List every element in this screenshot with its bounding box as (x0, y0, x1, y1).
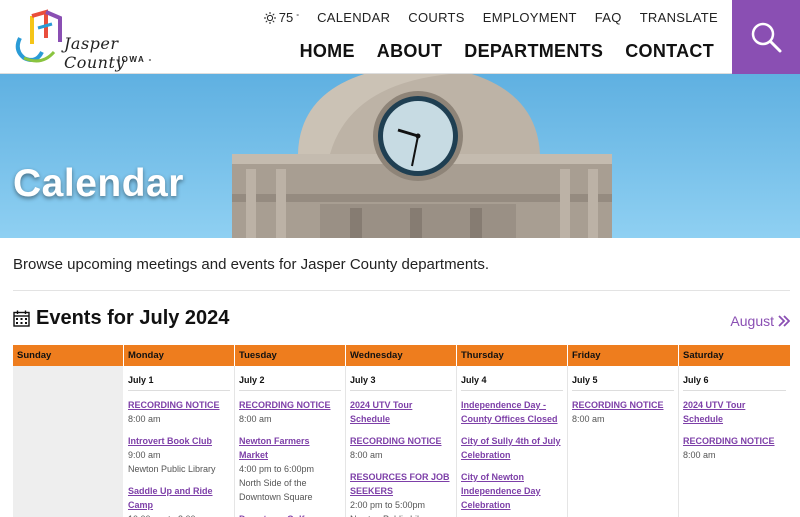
logo-mark-icon (15, 9, 62, 63)
event-item: Saddle Up and Ride Camp10:00 am to 3:00p… (128, 484, 230, 517)
day-cell: July 2 RECORDING NOTICE 8:00 am Newton Farm… (235, 366, 346, 517)
event-title-link[interactable]: 2024 UTV Tour Schedule (350, 398, 452, 426)
nav-calendar[interactable]: CALENDAR (317, 10, 390, 25)
day-date: July 3 (350, 373, 452, 391)
event-title-link[interactable]: RECORDING NOTICE (683, 434, 786, 448)
event-location: Newton Public Library (128, 464, 216, 474)
event-time: 8:00 am (239, 414, 272, 424)
jasper-county-logo[interactable]: Jasper County - IOWA - (12, 8, 182, 72)
page-title: Calendar (13, 162, 184, 205)
event-time: 8:00 am (572, 414, 605, 424)
nav-contact[interactable]: CONTACT (625, 41, 714, 62)
courthouse-dome-image (232, 74, 612, 238)
event-title-link[interactable]: RESOURCES FOR JOB SEEKERS (350, 470, 452, 498)
event-title-link[interactable]: Downtown Colfax Farmers Market at (239, 512, 341, 517)
day-header-sunday: Sunday (13, 345, 124, 366)
events-calendar: Sunday Monday Tuesday Wednesday Thursday… (13, 345, 791, 517)
event-time: 8:00 am (350, 450, 383, 460)
event-time: 2:00 pm to 5:00pm (350, 500, 426, 510)
event-title-link[interactable]: Saddle Up and Ride Camp (128, 484, 230, 512)
event-title-link[interactable]: RECORDING NOTICE (239, 398, 341, 412)
event-title-link[interactable]: RECORDING NOTICE (128, 398, 230, 412)
event-time: 9:00 am (128, 450, 161, 460)
event-item: Newton Farmers Market 4:00 pm to 6:00pm No… (239, 434, 341, 504)
hero-banner: Calendar (0, 74, 800, 238)
next-month-link[interactable]: August (730, 313, 790, 329)
day-header-monday: Monday (124, 345, 235, 366)
event-item: City of Sully 4th of July Celebration (461, 434, 563, 462)
event-item: RECORDING NOTICE 8:00 am (239, 398, 341, 426)
day-cell: July 4 Independence Day - County Offices … (457, 366, 568, 517)
event-title-link[interactable]: Newton Farmers Market (239, 434, 341, 462)
day-header-tuesday: Tuesday (235, 345, 346, 366)
day-date: July 5 (572, 373, 674, 391)
event-location: Newton Public Library (350, 512, 452, 517)
events-title: Events for July 2024 (36, 307, 230, 329)
event-item: Downtown Colfax Farmers Market at (239, 512, 341, 517)
day-header-wednesday: Wednesday (346, 345, 457, 366)
event-item: RECORDING NOTICE 8:00 am (683, 434, 786, 462)
day-cell: July 3 2024 UTV Tour Schedule RECORDING NO… (346, 366, 457, 517)
day-cell: July 5 RECORDING NOTICE 8:00 am (568, 366, 679, 517)
nav-courts[interactable]: COURTS (408, 10, 464, 25)
event-time: 4:00 pm to 6:00pm (239, 464, 315, 474)
next-month-label: August (730, 313, 774, 329)
nav-translate[interactable]: TRANSLATE (640, 10, 718, 25)
event-item: Introvert Book Club 9:00 am Newton Public … (128, 434, 230, 476)
event-time: 8:00 am (683, 450, 716, 460)
intro-text: Browse upcoming meetings and events for … (13, 256, 490, 273)
event-time: 8:00 am (128, 414, 161, 424)
event-title-link[interactable]: Introvert Book Club (128, 434, 230, 448)
event-title-link[interactable]: RECORDING NOTICE (350, 434, 452, 448)
day-cell: July 1 RECORDING NOTICE 8:00 am Introvert B… (124, 366, 235, 517)
event-title-link[interactable]: 2024 UTV Tour Schedule (683, 398, 786, 426)
weather-temp: 75 (278, 10, 294, 25)
event-location: North Side of the Downtown Square (239, 478, 313, 502)
search-button[interactable] (732, 0, 800, 74)
day-header-saturday: Saturday (679, 345, 790, 366)
main-nav: HOME ABOUT DEPARTMENTS CONTACT (278, 41, 714, 62)
search-icon (751, 22, 782, 53)
day-cell: July 6 2024 UTV Tour Schedule RECORDING NO… (679, 366, 790, 517)
site-header: Jasper County - IOWA - 75 ° CALENDAR COUR… (0, 0, 800, 74)
event-time: 10:00 am to 3:00pm (128, 512, 230, 517)
day-header-friday: Friday (568, 345, 679, 366)
event-item: RECORDING NOTICE 8:00 am (128, 398, 230, 426)
event-item: 2024 UTV Tour Schedule (683, 398, 786, 426)
event-item: RESOURCES FOR JOB SEEKERS 2:00 pm to 5:00… (350, 470, 452, 517)
event-title-link[interactable]: RECORDING NOTICE (572, 398, 674, 412)
nav-faq[interactable]: FAQ (595, 10, 622, 25)
event-title-link[interactable]: City of Sully 4th of July Celebration (461, 434, 563, 462)
double-chevron-right-icon (778, 315, 790, 327)
nav-home[interactable]: HOME (300, 41, 355, 62)
nav-departments[interactable]: DEPARTMENTS (464, 41, 603, 62)
day-date: July 1 (128, 373, 230, 391)
event-item: City of Newton Independence Day Celebrat… (461, 470, 563, 512)
calendar-icon (13, 310, 30, 327)
utility-nav: 75 ° CALENDAR COURTS EMPLOYMENT FAQ TRANS… (263, 10, 718, 25)
logo-text: Jasper County (64, 34, 125, 72)
day-date: July 2 (239, 373, 341, 391)
calendar-header-row: Sunday Monday Tuesday Wednesday Thursday… (13, 345, 791, 366)
day-cell (13, 366, 124, 517)
nav-about[interactable]: ABOUT (377, 41, 443, 62)
weather-degree: ° (296, 14, 300, 21)
day-date: July 4 (461, 373, 563, 391)
events-heading: Events for July 2024 (13, 307, 229, 330)
sun-icon (263, 11, 276, 24)
calendar-week-row: July 1 RECORDING NOTICE 8:00 am Introvert B… (13, 366, 791, 517)
day-date: July 6 (683, 373, 786, 391)
logo-subtext: - IOWA - (110, 55, 153, 64)
event-item: 2024 UTV Tour Schedule (350, 398, 452, 426)
event-title-link[interactable]: Independence Day - County Offices Closed (461, 398, 563, 426)
event-title-link[interactable]: City of Newton Independence Day Celebrat… (461, 470, 563, 512)
weather-widget[interactable]: 75 ° (263, 10, 300, 25)
section-divider (13, 290, 790, 291)
event-item: RECORDING NOTICE 8:00 am (350, 434, 452, 462)
event-item: Independence Day - County Offices Closed (461, 398, 563, 426)
day-header-thursday: Thursday (457, 345, 568, 366)
nav-employment[interactable]: EMPLOYMENT (483, 10, 577, 25)
event-item: RECORDING NOTICE 8:00 am (572, 398, 674, 426)
